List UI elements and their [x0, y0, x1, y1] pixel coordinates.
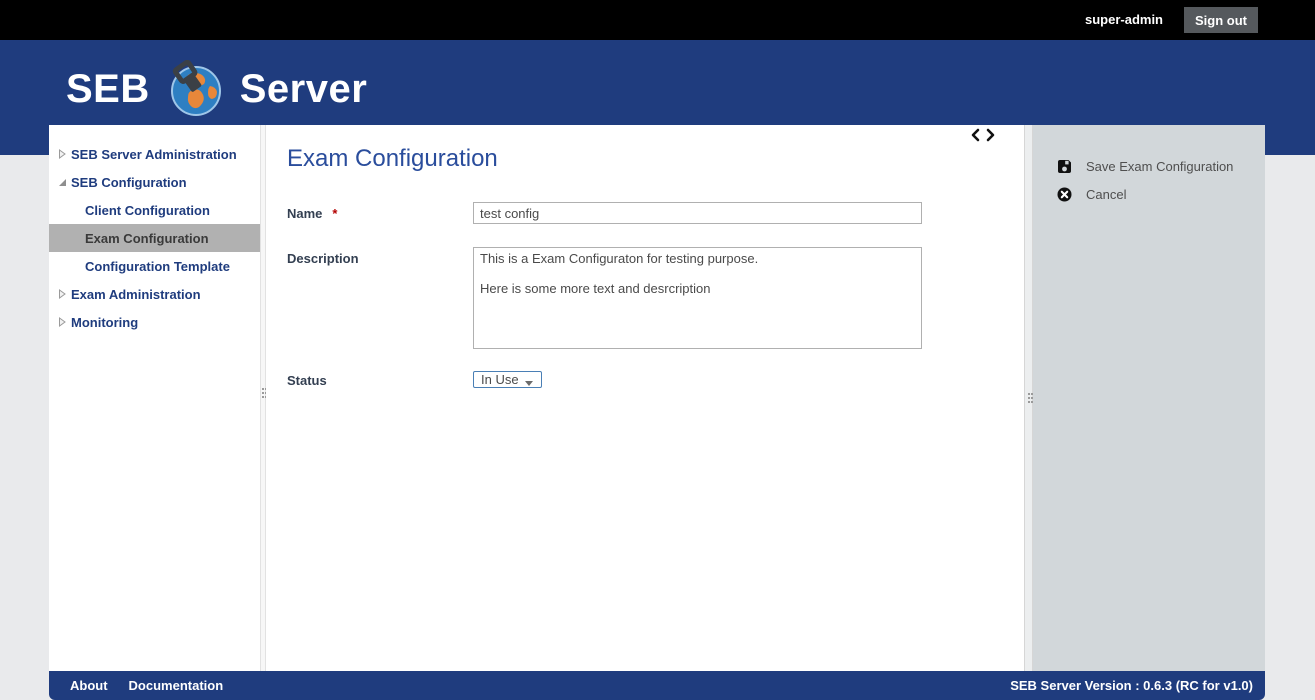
logged-in-username: super-admin [1084, 12, 1163, 27]
top-bar: super-admin Sign out [0, 0, 1315, 40]
globe-lock-icon [166, 59, 224, 118]
footer-link-about[interactable]: About [70, 678, 108, 693]
sidebar-navigation: SEB Server Administration SEB Configurat… [49, 125, 260, 671]
sidebar-item-seb-server-administration[interactable]: SEB Server Administration [49, 140, 260, 168]
cancel-button[interactable]: Cancel [1057, 186, 1126, 202]
expander-collapsed-icon[interactable] [57, 317, 67, 327]
dropdown-arrow-icon [524, 381, 533, 386]
action-pane-resize-sash[interactable] [1024, 125, 1033, 671]
brand-word-server: Server [239, 66, 368, 111]
sign-out-button[interactable]: Sign out [1184, 7, 1258, 33]
sidebar-item-label: SEB Server Administration [71, 146, 237, 162]
description-field-label: Description [287, 251, 359, 266]
save-exam-configuration-button[interactable]: Save Exam Configuration [1057, 158, 1233, 174]
footer-bar: About Documentation SEB Server Version :… [49, 671, 1265, 700]
server-version-text: SEB Server Version : 0.6.3 (RC for v1.0) [1010, 678, 1253, 693]
status-field-label: Status [287, 373, 327, 388]
main-content: Exam Configuration Name * Description Thi… [266, 125, 1024, 671]
cancel-icon [1057, 187, 1072, 201]
expand-right-chevron-icon[interactable] [985, 128, 996, 142]
status-select[interactable]: In Use [473, 371, 542, 388]
seb-server-logo: SEB Server [66, 58, 367, 120]
footer-link-documentation[interactable]: Documentation [129, 678, 224, 693]
sidebar-item-label: Exam Administration [71, 286, 201, 302]
save-icon [1058, 159, 1071, 173]
content-card: SEB Server Administration SEB Configurat… [49, 125, 1265, 671]
expander-collapsed-icon[interactable] [57, 289, 67, 299]
sidebar-item-label: Client Configuration [85, 202, 210, 218]
action-label: Cancel [1086, 186, 1127, 202]
sash-drag-handle-icon[interactable] [262, 388, 264, 400]
expander-expanded-icon[interactable] [57, 177, 67, 187]
required-marker: * [332, 206, 338, 221]
brand-word-seb: SEB [66, 66, 150, 111]
sash-drag-handle-icon[interactable] [1027, 393, 1030, 405]
page-title: Exam Configuration [287, 145, 498, 172]
name-field-label: Name [287, 206, 323, 221]
sidebar-item-exam-administration[interactable]: Exam Administration [49, 280, 260, 308]
collapse-left-chevron-icon[interactable] [970, 128, 981, 142]
sidebar-item-configuration-template[interactable]: Configuration Template [49, 252, 260, 280]
action-label: Save Exam Configuration [1086, 158, 1234, 174]
action-pane: Save Exam Configuration Cancel [1033, 125, 1265, 671]
sash-chevron-controls [970, 128, 996, 142]
sidebar-item-label: Configuration Template [85, 258, 230, 274]
name-input[interactable] [473, 202, 922, 224]
expander-collapsed-icon[interactable] [57, 149, 67, 159]
status-select-value: In Use [481, 372, 519, 387]
sidebar-item-label: SEB Configuration [71, 174, 187, 190]
sidebar-item-client-configuration[interactable]: Client Configuration [49, 196, 260, 224]
sidebar-item-label: Exam Configuration [85, 230, 209, 246]
description-textarea[interactable]: This is a Exam Configuraton for testing … [473, 247, 922, 349]
sidebar-item-exam-configuration[interactable]: Exam Configuration [49, 224, 260, 252]
sidebar-item-seb-configuration[interactable]: SEB Configuration [49, 168, 260, 196]
sidebar-item-monitoring[interactable]: Monitoring [49, 308, 260, 336]
sidebar-item-label: Monitoring [71, 314, 139, 330]
